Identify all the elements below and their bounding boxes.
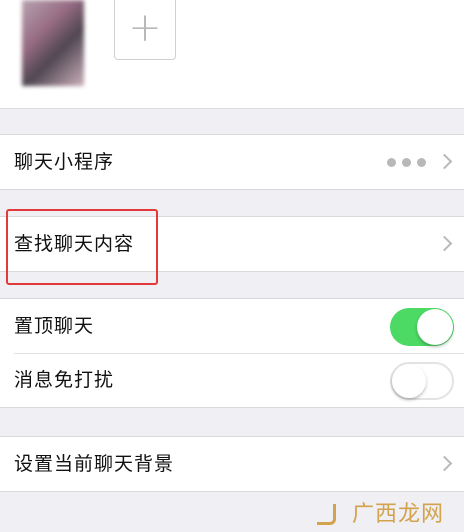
chat-background-row[interactable]: 设置当前聊天背景 xyxy=(0,437,464,491)
highlight-box xyxy=(6,209,158,285)
pin-chat-label: 置顶聊天 xyxy=(14,315,95,337)
watermark-logo-icon xyxy=(317,504,336,525)
watermark: 广西龙网 xyxy=(351,502,444,527)
toggle-group: 置顶聊天 消息免打扰 xyxy=(0,298,464,408)
chat-members-header: + xyxy=(0,0,464,109)
add-member-button[interactable]: + xyxy=(114,0,176,60)
chat-background-label: 设置当前聊天背景 xyxy=(14,453,175,475)
mini-programs-group: 聊天小程序 xyxy=(0,134,464,190)
background-group: 设置当前聊天背景 xyxy=(0,436,464,492)
chevron-right-icon xyxy=(436,153,453,170)
mute-toggle[interactable] xyxy=(390,362,454,400)
mute-label: 消息免打扰 xyxy=(14,369,115,391)
mini-programs-row[interactable]: 聊天小程序 xyxy=(0,135,464,189)
mini-programs-label: 聊天小程序 xyxy=(14,151,115,173)
pin-chat-row: 置顶聊天 xyxy=(0,299,464,353)
mute-row: 消息免打扰 xyxy=(0,353,464,407)
chevron-right-icon xyxy=(436,455,453,472)
plus-icon: + xyxy=(128,5,162,51)
chevron-right-icon xyxy=(436,235,453,252)
member-avatar[interactable] xyxy=(22,0,84,86)
pin-chat-toggle[interactable] xyxy=(390,308,454,346)
ellipsis-icon xyxy=(387,158,426,167)
